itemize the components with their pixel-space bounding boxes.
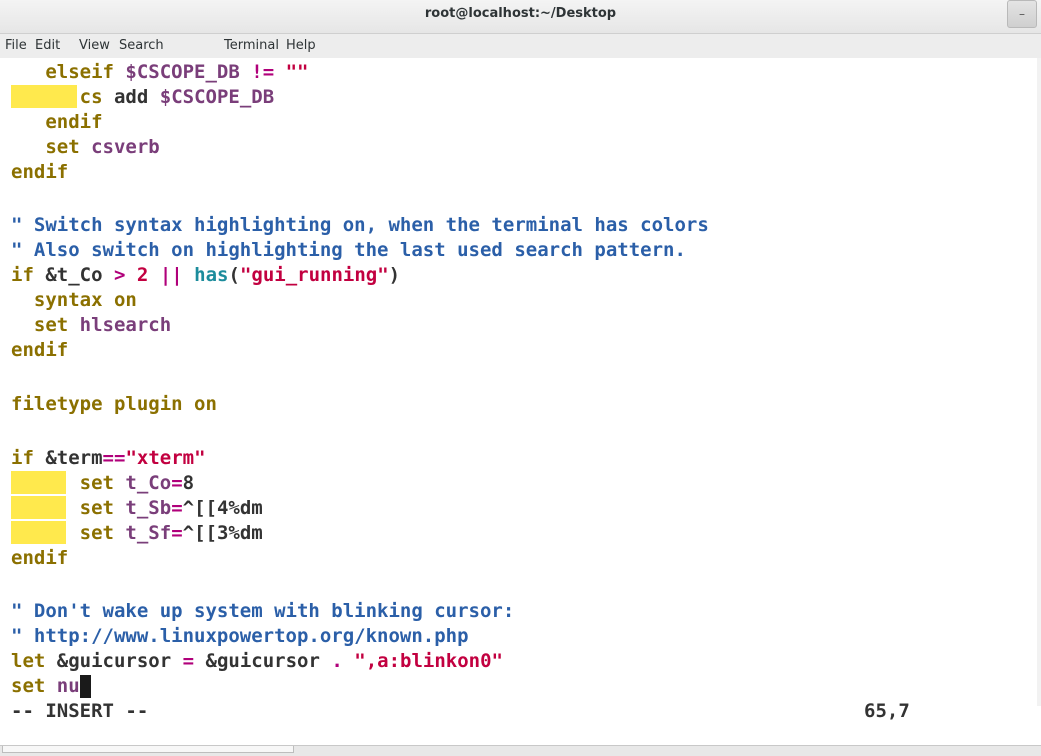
comment-line: " Switch syntax highlighting on, when th… <box>11 214 709 236</box>
code-line: set csverb <box>45 136 160 158</box>
code-line: endif <box>11 547 69 569</box>
bottom-tab <box>2 746 294 753</box>
code-line: endif <box>11 339 69 361</box>
menu-bar: File Edit View Search Terminal Help <box>0 34 1041 59</box>
code-line: set t_Co=8 <box>79 472 195 494</box>
bottom-edge <box>0 745 1041 756</box>
cursor-position: 65,7 <box>864 700 910 722</box>
scrollbar[interactable] <box>1037 58 1041 706</box>
comment-line: " http://www.linuxpowertop.org/known.php <box>11 625 469 647</box>
terminal-window: root@localhost:~/Desktop – File Edit Vie… <box>0 0 1041 756</box>
menu-edit[interactable]: Edit <box>35 38 60 53</box>
terminal-content[interactable]: elseif $CSCOPE_DB != "" cs add $CSCOPE_D… <box>0 58 1041 722</box>
code-line: elseif $CSCOPE_DB != "" <box>45 61 309 83</box>
menu-search[interactable]: Search <box>119 38 164 53</box>
code-line: endif <box>45 111 103 133</box>
menu-file[interactable]: File <box>5 38 27 53</box>
comment-line: " Also switch on highlighting the last u… <box>11 239 686 261</box>
minimize-button[interactable]: – <box>1007 0 1037 28</box>
menu-help[interactable]: Help <box>286 38 316 53</box>
code-line: if &term=="xterm" <box>11 447 206 469</box>
code-line: set nu <box>11 674 91 699</box>
code-line: let &guicursor = &guicursor . ",a:blinko… <box>11 650 503 672</box>
code-line: filetype plugin on <box>11 393 217 415</box>
code-line: if &t_Co > 2 || has("gui_running") <box>11 264 401 286</box>
mode-indicator: -- INSERT -- <box>11 700 149 722</box>
code-line: syntax on <box>33 289 137 311</box>
comment-line: " Don't wake up system with blinking cur… <box>11 600 515 622</box>
window-title: root@localhost:~/Desktop <box>424 6 617 21</box>
code-line: endif <box>11 161 69 183</box>
title-bar[interactable]: root@localhost:~/Desktop – <box>0 0 1041 34</box>
code-line: set t_Sf=^[[3%dm <box>79 522 263 544</box>
menu-terminal[interactable]: Terminal <box>224 38 279 53</box>
code-line: cs add $CSCOPE_DB <box>79 86 275 108</box>
text-cursor <box>79 675 91 698</box>
code-line: set t_Sb=^[[4%dm <box>79 497 263 519</box>
menu-view[interactable]: View <box>79 38 110 53</box>
code-line: set hlsearch <box>33 314 172 336</box>
